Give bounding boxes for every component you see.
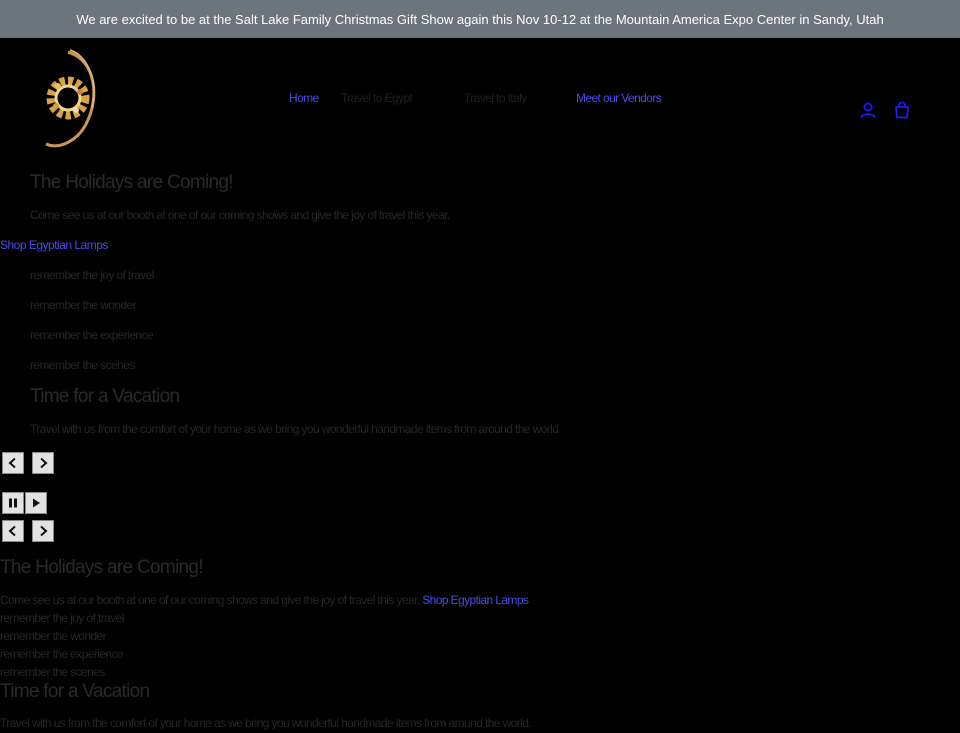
play-icon xyxy=(33,498,40,508)
slide-intro-secondary: Come see us at our booth at one of our c… xyxy=(0,593,529,607)
slide-line: remember the experience xyxy=(30,328,154,342)
announcement-bar: We are excited to be at the Salt Lake Fa… xyxy=(0,0,960,38)
shop-egyptian-lamps-link-secondary[interactable]: Shop Egyptian Lamps xyxy=(422,593,529,607)
slide-heading: The Holidays are Coming! xyxy=(30,172,234,193)
slide-line: remember the experience xyxy=(0,647,124,661)
slider-pause-button[interactable] xyxy=(2,492,24,514)
vacation-heading: Time for a Vacation xyxy=(30,386,180,407)
chevron-left-icon xyxy=(8,525,16,537)
slide-line: remember the wonder xyxy=(30,298,137,312)
nav-travel-italy[interactable]: Travel to Italy xyxy=(464,91,527,105)
nav-travel-egypt[interactable]: Travel to Egypt xyxy=(341,91,413,105)
pause-icon xyxy=(9,498,17,508)
slide-line: remember the joy of travel xyxy=(30,268,154,282)
vacation-heading-secondary: Time for a Vacation xyxy=(0,681,150,702)
shop-egyptian-lamps-link[interactable]: Shop Egyptian Lamps xyxy=(0,238,108,252)
chevron-right-icon xyxy=(40,525,48,537)
vacation-text: Travel with us from the comfort of your … xyxy=(30,422,562,436)
account-icon[interactable] xyxy=(859,101,877,119)
chevron-right-icon xyxy=(40,457,48,469)
store-logo[interactable] xyxy=(38,46,102,152)
vacation-text-secondary: Travel with us from the comfort of your … xyxy=(0,716,532,730)
slider-prev-button-secondary[interactable] xyxy=(2,520,24,542)
slider-prev-button[interactable] xyxy=(2,452,24,474)
slider-play-button[interactable] xyxy=(25,492,47,514)
slide-intro-text: Come see us at our booth at one of our c… xyxy=(0,593,420,607)
slide-line: remember the wonder xyxy=(0,629,107,643)
slider-next-button-secondary[interactable] xyxy=(32,520,54,542)
announcement-text: We are excited to be at the Salt Lake Fa… xyxy=(76,11,884,27)
slide-intro: Come see us at our booth at one of our c… xyxy=(30,208,450,222)
cart-icon[interactable] xyxy=(893,101,911,119)
nav-home[interactable]: Home xyxy=(289,91,319,105)
slide-line: remember the scenes xyxy=(30,358,135,372)
slide-line: remember the scenes xyxy=(0,665,105,679)
slide-line: remember the joy of travel xyxy=(0,611,124,625)
chevron-left-icon xyxy=(8,457,16,469)
slide-heading-secondary: The Holidays are Coming! xyxy=(0,557,204,578)
nav-meet-vendors[interactable]: Meet our Vendors xyxy=(576,91,662,105)
slider-next-button[interactable] xyxy=(32,452,54,474)
